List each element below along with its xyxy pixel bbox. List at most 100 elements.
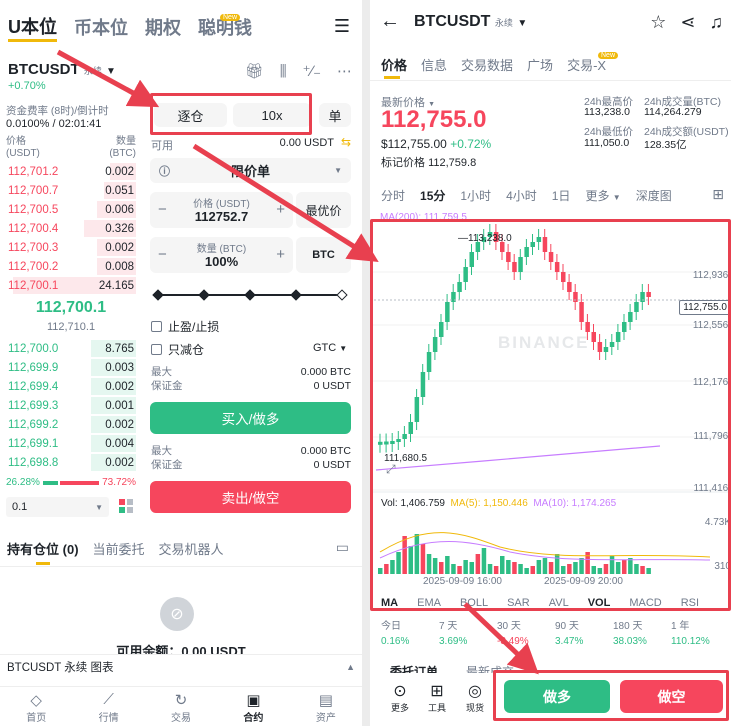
slider-stop[interactable] xyxy=(336,289,348,301)
history-icon[interactable]: ▭ xyxy=(336,539,349,556)
performance-item: 180 天 38.03% xyxy=(613,619,647,649)
performance-value: 3.47% xyxy=(555,636,584,647)
order-book-row[interactable]: 112,698.8 0.002 xyxy=(6,453,136,472)
bottom-chart-bar[interactable]: BTCUSDT 永续 图表 ▲ xyxy=(0,654,362,679)
order-book-row[interactable]: 112,700.1 24.165 xyxy=(6,276,136,295)
tpsl-checkbox[interactable]: 止盈/止损 xyxy=(151,318,219,335)
order-book-row[interactable]: 112,699.4 0.002 xyxy=(6,377,136,396)
candlestick-icon[interactable]: ⫼ xyxy=(280,63,287,80)
performance-label: 7 天 xyxy=(439,621,458,632)
spot-tool[interactable]: ◎ 现货 xyxy=(466,681,484,714)
tab-coinm[interactable]: 币本位 xyxy=(74,14,128,40)
order-book-row[interactable]: 112,700.3 0.002 xyxy=(6,238,136,257)
tab-markets[interactable]: ⟋ 行情 xyxy=(72,687,144,726)
gift-icon[interactable]: 🎁︎ xyxy=(245,62,264,80)
order-price: 112,701.2 xyxy=(8,165,59,178)
tools-tool[interactable]: ⊞ 工具 xyxy=(428,681,446,714)
tab-home[interactable]: ◇ 首页 xyxy=(0,687,72,726)
tab-assets[interactable]: ▤ 资产 xyxy=(290,687,362,726)
ask-list: 112,701.2 0.002 112,700.7 0.051 112,700.5 0.0… xyxy=(6,162,136,295)
chevron-down-icon: ▼ xyxy=(334,166,342,175)
interval-tabs: 分时 15分 1小时 4小时 1日 更多 ▼ 深度图 xyxy=(381,187,672,204)
interval-1d[interactable]: 1日 xyxy=(552,187,571,204)
markets-icon: ⟋ xyxy=(103,691,114,708)
reduce-only-checkbox[interactable]: 只减仓 xyxy=(151,341,204,358)
plus-icon[interactable]: + xyxy=(276,201,285,218)
buy-long-button[interactable]: 买入/做多 xyxy=(150,402,351,434)
order-book-row[interactable]: 112,700.2 0.008 xyxy=(6,257,136,276)
slider-stop[interactable] xyxy=(290,289,302,301)
tab-info[interactable]: 信息 xyxy=(421,55,447,74)
transfer-icon[interactable]: ⇆ xyxy=(341,135,351,149)
tab-price[interactable]: 价格 xyxy=(381,55,407,74)
order-book-row[interactable]: 112,700.7 0.051 xyxy=(6,181,136,200)
slider-stop[interactable] xyxy=(244,289,256,301)
mid-price: 112,700.1 xyxy=(35,299,107,316)
order-type-select[interactable]: ⓘ 限价单 ▼ xyxy=(150,158,351,183)
chevron-up-icon[interactable]: ▲ xyxy=(346,662,355,672)
order-qty: 0.006 xyxy=(105,203,134,216)
volume-btc: 114,264.279 xyxy=(644,106,702,118)
back-arrow-icon[interactable]: ← xyxy=(380,10,400,33)
order-price: 112,699.3 xyxy=(8,399,59,412)
order-book-row[interactable]: 112,699.1 0.004 xyxy=(6,434,136,453)
best-price-button[interactable]: 最优价 xyxy=(296,192,351,228)
tab-positions[interactable]: 持有仓位 (0) xyxy=(7,539,79,558)
book-layout-icon[interactable] xyxy=(119,499,133,513)
slider-stop[interactable] xyxy=(152,289,164,301)
ob-price-header: 价格 (USDT) xyxy=(6,136,40,159)
depth-chart-tab[interactable]: 深度图 xyxy=(636,187,672,204)
price-input[interactable]: − 价格 (USDT) 112752.7 + xyxy=(150,192,293,228)
symbol-selector[interactable]: BTCUSDT 永续 ▼ xyxy=(8,61,116,78)
interval-4h[interactable]: 4小时 xyxy=(506,187,537,204)
new-badge: New xyxy=(220,14,241,21)
interval-15m[interactable]: 15分 xyxy=(420,187,445,204)
order-book-row[interactable]: 112,700.0 8.765 xyxy=(6,339,136,358)
order-qty: 0.008 xyxy=(105,260,134,273)
tab-trade[interactable]: ↻ 交易 xyxy=(145,687,217,726)
bottom-tab-bar: ◇ 首页 ⟋ 行情 ↻ 交易 ▣ 合约 ▤ 资产 xyxy=(0,686,362,726)
position-mode-button[interactable]: 单 xyxy=(319,103,351,127)
order-qty: 0.001 xyxy=(105,399,134,412)
performance-value: 3.69% xyxy=(439,636,468,647)
tab-futures[interactable]: ▣ 合约 xyxy=(217,687,289,726)
sell-short-button[interactable]: 卖出/做空 xyxy=(150,481,351,513)
tab-trading-data[interactable]: 交易数据 xyxy=(461,55,513,74)
info-icon[interactable]: ⓘ xyxy=(159,163,170,179)
order-price: 112,699.1 xyxy=(8,437,59,450)
grid-icon[interactable]: ⊞ xyxy=(712,186,724,203)
interval-line[interactable]: 分时 xyxy=(381,187,405,204)
interval-1h[interactable]: 1小时 xyxy=(460,187,491,204)
order-qty: 24.165 xyxy=(98,279,134,292)
more-tool[interactable]: ⊙ 更多 xyxy=(391,681,409,714)
order-book-row[interactable]: 112,700.4 0.326 xyxy=(6,219,136,238)
slider-stop[interactable] xyxy=(198,289,210,301)
quantity-input[interactable]: − 数量 (BTC) 100% + xyxy=(150,237,293,273)
order-book-row[interactable]: 112,699.2 0.002 xyxy=(6,415,136,434)
order-qty: 0.326 xyxy=(105,222,134,235)
quantity-unit-select[interactable]: BTC xyxy=(296,237,351,273)
calculator-icon[interactable]: ⁺∕₋ xyxy=(303,62,321,80)
share-icon[interactable]: ⋖ xyxy=(680,12,695,33)
order-book-row[interactable]: 112,699.3 0.001 xyxy=(6,396,136,415)
performance-label: 1 年 xyxy=(671,621,690,632)
menu-icon[interactable]: ☰ xyxy=(334,16,350,37)
tab-options[interactable]: 期权 xyxy=(145,14,181,40)
tab-usdm[interactable]: U本位 xyxy=(8,13,57,42)
time-in-force-select[interactable]: GTC ▼ xyxy=(313,342,347,354)
tab-bots[interactable]: 交易机器人 xyxy=(159,539,224,558)
symbol-selector[interactable]: BTCUSDT 永续 ▼ xyxy=(414,13,527,31)
tab-open-orders[interactable]: 当前委托 xyxy=(93,539,145,558)
plus-icon[interactable]: + xyxy=(276,246,285,263)
order-book-row[interactable]: 112,700.5 0.006 xyxy=(6,200,136,219)
more-icon[interactable]: ⋯ xyxy=(337,62,352,80)
annotation-box-buttons xyxy=(493,670,729,721)
order-book-row[interactable]: 112,699.9 0.003 xyxy=(6,358,136,377)
tick-size-select[interactable]: 0.1 ▼ xyxy=(6,497,109,517)
order-price: 112,699.9 xyxy=(8,361,59,374)
bell-icon[interactable]: ♫ xyxy=(710,12,724,33)
star-icon[interactable]: ☆ xyxy=(650,12,666,33)
tab-square[interactable]: 广场 xyxy=(527,55,553,74)
interval-more[interactable]: 更多 ▼ xyxy=(585,187,620,204)
order-book-row[interactable]: 112,701.2 0.002 xyxy=(6,162,136,181)
